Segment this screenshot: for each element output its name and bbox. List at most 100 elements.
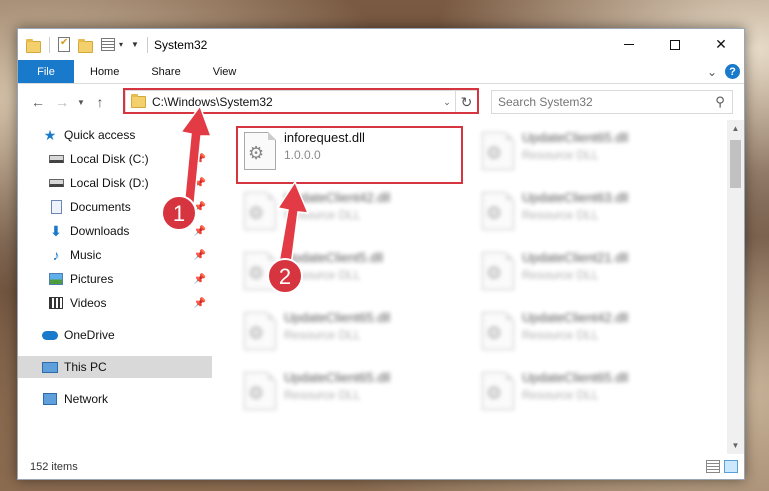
- vertical-scrollbar[interactable]: ▲ ▼: [727, 120, 744, 454]
- dll-file-icon: [244, 372, 276, 410]
- minimize-button[interactable]: [606, 29, 652, 60]
- dll-file-icon: [482, 372, 514, 410]
- sidebar-item-documents[interactable]: Documents 📌: [18, 196, 212, 218]
- dll-file-icon: [482, 192, 514, 230]
- tab-file[interactable]: File: [18, 60, 74, 83]
- back-arrow-icon[interactable]: ←: [26, 94, 50, 110]
- help-icon[interactable]: ?: [725, 64, 740, 79]
- pin-icon[interactable]: 📌: [194, 298, 206, 309]
- sidebar-item-label: Documents: [70, 200, 131, 214]
- file-item[interactable]: UpdateClient65.dll Resource DLL: [238, 364, 463, 418]
- sidebar-item-videos[interactable]: Videos 📌: [18, 292, 212, 314]
- dll-file-icon: [482, 252, 514, 290]
- file-type: Resource DLL: [284, 208, 361, 222]
- sidebar-item-label: Videos: [70, 296, 107, 310]
- download-icon: ⬇: [50, 222, 62, 239]
- maximize-icon: [670, 39, 680, 50]
- separator: [49, 36, 50, 53]
- file-item[interactable]: UpdateClient42.dll Resource DLL: [476, 304, 701, 358]
- file-name: UpdateClient42.dll: [522, 310, 629, 325]
- tab-share[interactable]: Share: [135, 60, 196, 83]
- disk-icon: [48, 175, 64, 191]
- tab-view[interactable]: View: [197, 60, 253, 83]
- item-count: 152 items: [30, 461, 78, 473]
- customize-icon[interactable]: [101, 38, 115, 51]
- large-icons-view-icon[interactable]: [724, 460, 738, 473]
- network-icon: [42, 391, 58, 407]
- folder-icon: [26, 38, 41, 53]
- scroll-thumb[interactable]: [730, 140, 741, 188]
- sidebar-item-onedrive[interactable]: OneDrive: [18, 324, 212, 346]
- maximize-button[interactable]: [652, 29, 698, 60]
- sidebar-item-label: Network: [64, 392, 109, 406]
- pin-icon[interactable]: 📌: [194, 154, 206, 165]
- dll-file-icon: [482, 312, 514, 350]
- videos-icon: [48, 295, 64, 311]
- sidebar-item-network[interactable]: Network: [18, 388, 212, 410]
- disk-icon: [48, 151, 64, 167]
- pictures-icon: [48, 271, 64, 287]
- pin-icon[interactable]: 📌: [194, 226, 206, 237]
- sidebar-item-local-disk-c[interactable]: Local Disk (C:) 📌: [18, 148, 212, 170]
- sidebar-item-quick-access[interactable]: ★ Quick access: [18, 124, 212, 146]
- search-box[interactable]: ⚲: [491, 90, 733, 114]
- dll-file-icon: [244, 192, 276, 230]
- file-type: Resource DLL: [522, 328, 599, 342]
- window-controls: ✕: [606, 29, 744, 60]
- file-name: UpdateClient21.dll: [522, 250, 629, 265]
- star-icon: ★: [43, 126, 57, 143]
- sidebar-item-label: OneDrive: [64, 328, 115, 342]
- sidebar-item-label: Local Disk (C:): [70, 152, 149, 166]
- file-item[interactable]: UpdateClient63.dll Resource DLL: [476, 184, 701, 238]
- sidebar-item-local-disk-d[interactable]: Local Disk (D:) 📌: [18, 172, 212, 194]
- separator: [146, 36, 148, 53]
- file-name: UpdateClient65.dll: [284, 370, 391, 385]
- file-item[interactable]: UpdateClient65.dll Resource DLL: [476, 364, 701, 418]
- forward-arrow-icon[interactable]: →: [50, 94, 74, 110]
- pin-icon[interactable]: 📌: [194, 250, 206, 261]
- search-input[interactable]: [498, 95, 708, 109]
- details-view-icon[interactable]: [706, 460, 720, 473]
- expand-ribbon-icon[interactable]: ⌄: [707, 65, 717, 79]
- file-item[interactable]: UpdateClient21.dll Resource DLL: [476, 244, 701, 298]
- up-arrow-icon[interactable]: ↑: [88, 94, 112, 110]
- music-icon: ♪: [52, 247, 60, 263]
- properties-check-icon[interactable]: [58, 37, 70, 52]
- pin-icon[interactable]: 📌: [194, 274, 206, 285]
- customize-qat-icon[interactable]: ▼: [131, 40, 139, 49]
- close-button[interactable]: ✕: [698, 29, 744, 60]
- status-bar: 152 items: [18, 455, 744, 479]
- file-item[interactable]: UpdateClient5.dll Resource DLL: [238, 244, 463, 298]
- sidebar-item-this-pc[interactable]: This PC: [18, 356, 212, 378]
- sidebar-item-downloads[interactable]: ⬇ Downloads 📌: [18, 220, 212, 242]
- file-name: UpdateClient65.dll: [284, 310, 391, 325]
- file-name: UpdateClient42.dll: [284, 190, 391, 205]
- close-icon: ✕: [715, 36, 727, 52]
- file-name: UpdateClient65.dll: [522, 370, 629, 385]
- file-item[interactable]: UpdateClient42.dll Resource DLL: [238, 184, 463, 238]
- file-name: UpdateClient5.dll: [284, 250, 384, 265]
- cloud-icon: [42, 327, 58, 343]
- sidebar-item-music[interactable]: ♪ Music 📌: [18, 244, 212, 266]
- tab-home[interactable]: Home: [74, 60, 135, 83]
- ribbon-tabs: File Home Share View ⌄ ?: [18, 60, 744, 84]
- pin-icon[interactable]: 📌: [194, 202, 206, 213]
- dll-file-icon: [244, 252, 276, 290]
- computer-icon: [42, 359, 58, 375]
- scroll-up-icon[interactable]: ▲: [727, 120, 744, 137]
- window-title: System32: [153, 37, 208, 52]
- file-type: Resource DLL: [522, 388, 599, 402]
- chevron-down-icon[interactable]: ▾: [119, 40, 123, 49]
- documents-icon: [48, 199, 64, 215]
- minimize-icon: [624, 44, 634, 45]
- dll-file-icon: [482, 132, 514, 170]
- scroll-down-icon[interactable]: ▼: [727, 437, 744, 454]
- file-item[interactable]: UpdateClient65.dll Resource DLL: [476, 124, 701, 178]
- sidebar-item-pictures[interactable]: Pictures 📌: [18, 268, 212, 290]
- file-item[interactable]: UpdateClient65.dll Resource DLL: [238, 304, 463, 358]
- sidebar-item-label: Local Disk (D:): [70, 176, 149, 190]
- search-icon[interactable]: ⚲: [708, 94, 732, 110]
- recent-locations-icon[interactable]: ▼: [74, 98, 88, 107]
- new-folder-icon[interactable]: [78, 38, 93, 53]
- pin-icon[interactable]: 📌: [194, 178, 206, 189]
